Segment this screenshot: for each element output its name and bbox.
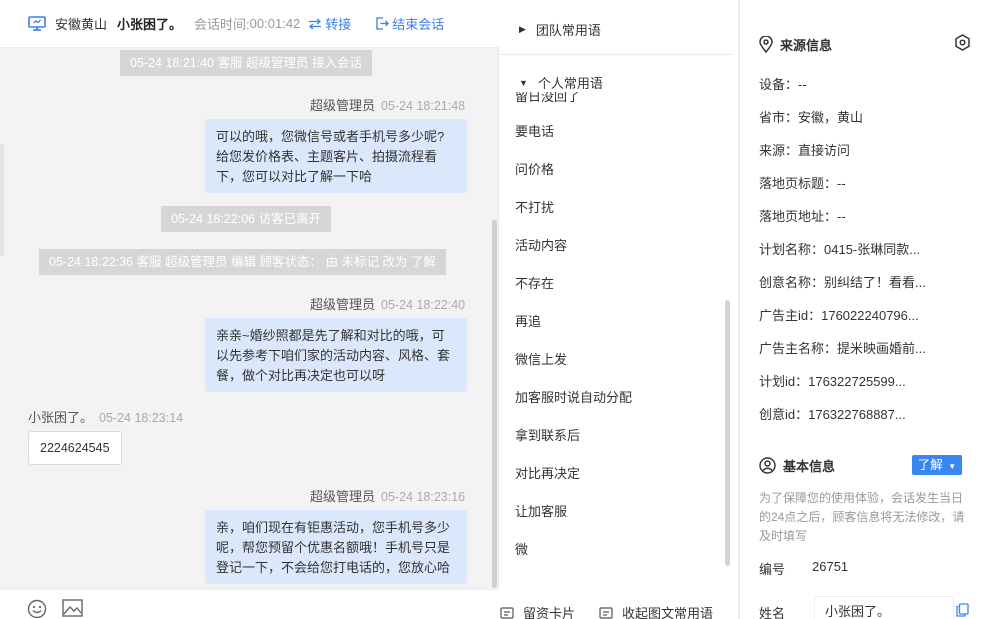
agent-message-bubble: 可以的哦，您微信号或者手机号多少呢?给您发价格表、主题客片、拍摄流程看下，您可以… [205, 119, 467, 193]
phrase-item[interactable]: 问价格 [515, 159, 554, 178]
source-info-title: 来源信息 [759, 35, 832, 54]
source-info-label: 来源信息 [780, 38, 833, 53]
sender-name: 小张困了。 [28, 410, 94, 425]
chat-toolbar [0, 589, 499, 619]
info-field-creative-name: 创意名称：别纠结了！看看... [759, 275, 926, 290]
system-message: 05-24 18:22:36 客服 超级管理员 编辑 顾客状态： 由 未标记 改… [39, 249, 446, 275]
agent-message-bubble: 亲亲~婚纱照都是先了解和对比的哦，可以先参考下咱们家的活动内容、风格、套餐，做个… [205, 318, 467, 392]
personal-phrases-group[interactable]: ▼ 个人常用语 [519, 73, 609, 92]
message-time: 05-24 18:23:14 [99, 411, 184, 425]
phrase-item[interactable]: 要电话 [515, 121, 554, 140]
team-phrases-label: 团队常用语 [535, 23, 601, 38]
info-panel: 来源信息 设备：-- 省市：安徽，黄山 来源：直接访问 落地页标题：-- 落地页… [739, 0, 981, 619]
message-time: 05-24 18:21:48 [381, 99, 466, 113]
message-meta: 超级管理员 05-24 18:21:48 [310, 95, 465, 114]
message-icon [599, 606, 613, 619]
message-meta: 超级管理员 05-24 18:22:40 [310, 294, 465, 313]
basic-info-label: 基本信息 [783, 459, 836, 474]
copy-icon[interactable] [956, 603, 969, 617]
phrase-item[interactable]: 不存在 [515, 273, 554, 292]
info-field-device: 设备：-- [759, 77, 807, 92]
lead-card-button[interactable]: 留资卡片 [500, 603, 575, 619]
message-meta: 超级管理员 05-24 18:23:16 [310, 486, 465, 505]
info-field-source: 来源：直接访问 [759, 143, 851, 158]
settings-icon[interactable] [954, 34, 971, 51]
divider [739, 0, 740, 619]
chevron-down-icon: ▼ [948, 462, 957, 471]
lead-card-label: 留资卡片 [523, 606, 576, 619]
phrase-item[interactable]: 微信上发 [515, 349, 567, 368]
end-session-label: 结束会话 [392, 17, 445, 32]
phrase-item[interactable]: 让加客服 [515, 501, 567, 520]
card-icon [500, 606, 514, 619]
system-message: 05-24 18:22:06 访客已离开 [161, 206, 332, 232]
exit-icon [376, 17, 390, 30]
phrase-scrollbar[interactable] [725, 300, 730, 566]
chat-header: 安徽黄山 小张困了。 会话时间: 00:01:42 转接 结束会话 [0, 0, 499, 48]
emoji-icon[interactable] [27, 599, 47, 619]
info-field-advertiser-name: 广告主名称：提米映画婚前... [759, 341, 926, 356]
sender-name: 超级管理员 [310, 489, 376, 504]
sender-name: 超级管理员 [310, 297, 376, 312]
end-session-button[interactable]: 结束会话 [375, 14, 444, 33]
edit-notice: 为了保障您的使用体验，会话发生当日的24点之后，顾客信息将无法修改，请及时填写 [759, 491, 965, 543]
personal-phrases-label: 个人常用语 [537, 76, 603, 91]
info-field-region: 省市：安徽，黄山 [759, 110, 864, 125]
info-field-plan-id: 计划id：176322725599... [759, 374, 906, 389]
agent-message-bubble: 亲，咱们现在有钜惠活动，您手机号多少呢，帮您预留个优惠名额哦！手机号只是登记一下… [205, 510, 467, 584]
chat-scrollbar[interactable] [492, 220, 497, 588]
info-field-landing-title: 落地页标题：-- [759, 176, 846, 191]
info-field-advertiser-id: 广告主id：176022240796... [759, 308, 919, 323]
chat-panel: 安徽黄山 小张困了。 会话时间: 00:01:42 转接 结束会话 05-24 … [0, 0, 499, 619]
phrase-item[interactable]: 拿到联系后 [515, 425, 580, 444]
transfer-button[interactable]: 转接 [308, 14, 351, 33]
sender-name: 超级管理员 [310, 98, 376, 113]
message-time: 05-24 18:22:40 [381, 298, 466, 312]
transfer-icon [309, 18, 322, 29]
monitor-icon [28, 16, 46, 31]
image-icon[interactable] [62, 599, 83, 617]
divider [499, 54, 733, 55]
customer-status-dropdown[interactable]: 了解 ▼ [912, 455, 962, 475]
team-phrases-group[interactable]: ▶ 团队常用语 [519, 20, 601, 39]
user-circle-icon [759, 457, 776, 474]
name-field[interactable]: 小张困了。 [814, 596, 954, 619]
visitor-location: 安徽黄山 [55, 17, 108, 32]
basic-info-title: 基本信息 [759, 456, 835, 475]
visitor-name: 小张困了。 [117, 17, 183, 32]
duration-label: 会话时间: [194, 17, 250, 32]
phrase-item[interactable]: 加客服时说自动分配 [515, 387, 632, 406]
phrases-panel: ▶ 团队常用语 留日没回了 要电话 问价格 不打扰 活动内容 不存在 再追 微信… [499, 0, 739, 619]
transfer-label: 转接 [325, 17, 352, 32]
phrase-item[interactable]: 再追 [515, 311, 541, 330]
phrase-list[interactable]: 留日没回了 要电话 问价格 不打扰 活动内容 不存在 再追 微信上发 加客服时说… [499, 92, 727, 589]
caret-right-icon: ▶ [519, 24, 526, 34]
phrase-item[interactable]: 不打扰 [515, 197, 554, 216]
name-label: 姓名 [759, 606, 786, 619]
message-meta: 小张困了。 05-24 18:23:14 [28, 407, 183, 426]
customer-service-console: 安徽黄山 小张困了。 会话时间: 00:01:42 转接 结束会话 05-24 … [0, 0, 981, 619]
customer-status-value: 了解 [917, 458, 943, 472]
visitor-message-bubble: 2224624545 [28, 431, 122, 465]
phrase-item[interactable]: 对比再决定 [515, 463, 580, 482]
collapse-phrases-label: 收起图文常用语 [622, 606, 714, 619]
id-value: 26751 [812, 559, 849, 574]
info-field-landing-url: 落地页地址：-- [759, 209, 846, 224]
info-field-creative-id: 创意id：176322768887... [759, 407, 906, 422]
location-pin-icon [759, 36, 773, 53]
system-message: 05-24 18:21:40 客服 超级管理员 接入会话 [120, 50, 373, 76]
phrase-item[interactable]: 微 [515, 539, 528, 558]
message-stream[interactable]: 05-24 18:21:40 客服 超级管理员 接入会话 超级管理员 05-24 … [0, 48, 496, 589]
collapse-phrases-button[interactable]: 收起图文常用语 [599, 603, 713, 619]
info-field-plan-name: 计划名称：0415-张琳同款... [759, 242, 921, 257]
message-time: 05-24 18:23:16 [381, 490, 466, 504]
phrase-item[interactable]: 活动内容 [515, 235, 567, 254]
duration-value: 00:01:42 [249, 16, 301, 31]
stream-edge [0, 144, 4, 256]
id-label: 编号 [759, 562, 786, 577]
phrase-item[interactable]: 留日没回了 [515, 92, 580, 105]
caret-down-icon: ▼ [519, 77, 528, 88]
